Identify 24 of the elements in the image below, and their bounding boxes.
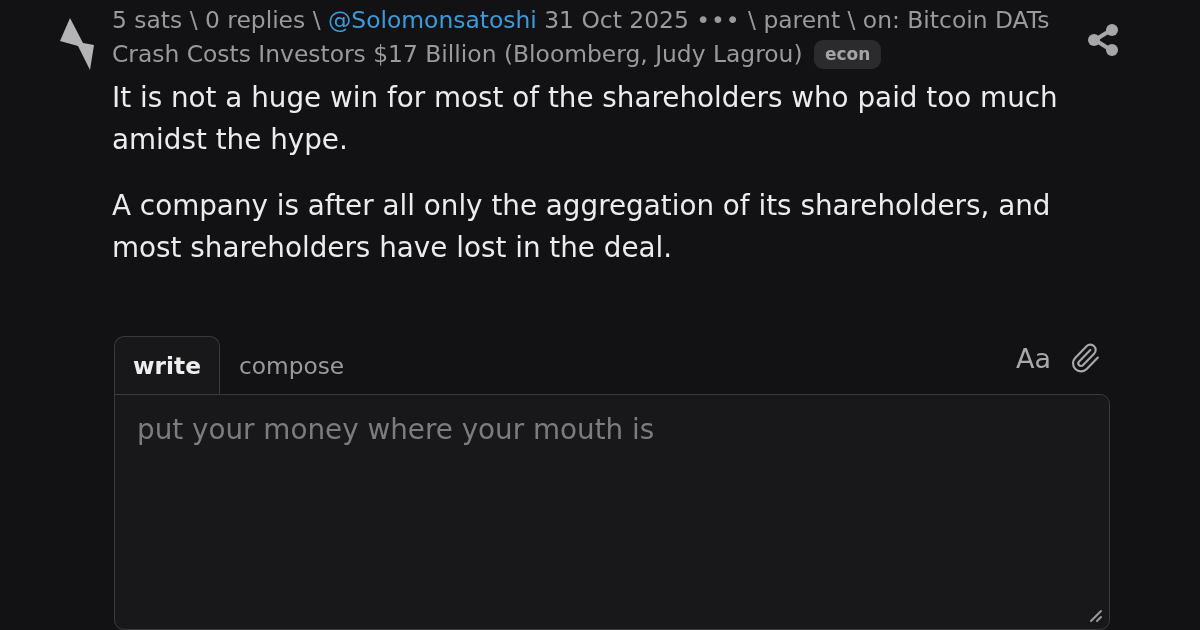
parent-link[interactable]: parent: [763, 6, 841, 34]
format-toggle[interactable]: Aa: [1016, 342, 1051, 374]
paperclip-icon[interactable]: [1069, 342, 1101, 374]
comment-paragraph: A company is after all only the aggregation of its shareholders, and most shareholders have lost in the deal.: [112, 188, 1052, 266]
separator: \: [847, 6, 856, 34]
lightning-bolt-icon[interactable]: [60, 18, 94, 70]
replies-link[interactable]: 0 replies: [204, 6, 306, 34]
date-link[interactable]: 31 Oct 2025: [544, 6, 689, 34]
editor-tab[interactable]: compose: [219, 336, 364, 394]
share-icon[interactable]: [1088, 24, 1118, 56]
reply-textarea[interactable]: put your money where your mouth is: [114, 394, 1110, 630]
post-title-link[interactable]: Bitcoin DATs: [907, 6, 1050, 34]
meta-text: on:: [862, 6, 900, 34]
comment-paragraph: It is not a huge win for most of the shareholders who paid too much amidst the hype.: [112, 80, 1059, 158]
separator: \: [748, 6, 756, 34]
more-menu[interactable]: •••: [696, 6, 741, 34]
post-title-link[interactable]: Crash Costs Investors $17 Billion (Bloomberg, Judy Lagrou): [112, 40, 803, 68]
author-link[interactable]: @Solomonsatoshi: [327, 6, 537, 34]
separator: \: [189, 6, 198, 34]
editor-tab[interactable]: write: [114, 336, 220, 394]
meta-text: 5 sats: [112, 6, 183, 34]
resize-grip-icon[interactable]: [1089, 609, 1103, 623]
topic-tag[interactable]: econ: [814, 40, 882, 69]
separator: \: [312, 6, 321, 34]
